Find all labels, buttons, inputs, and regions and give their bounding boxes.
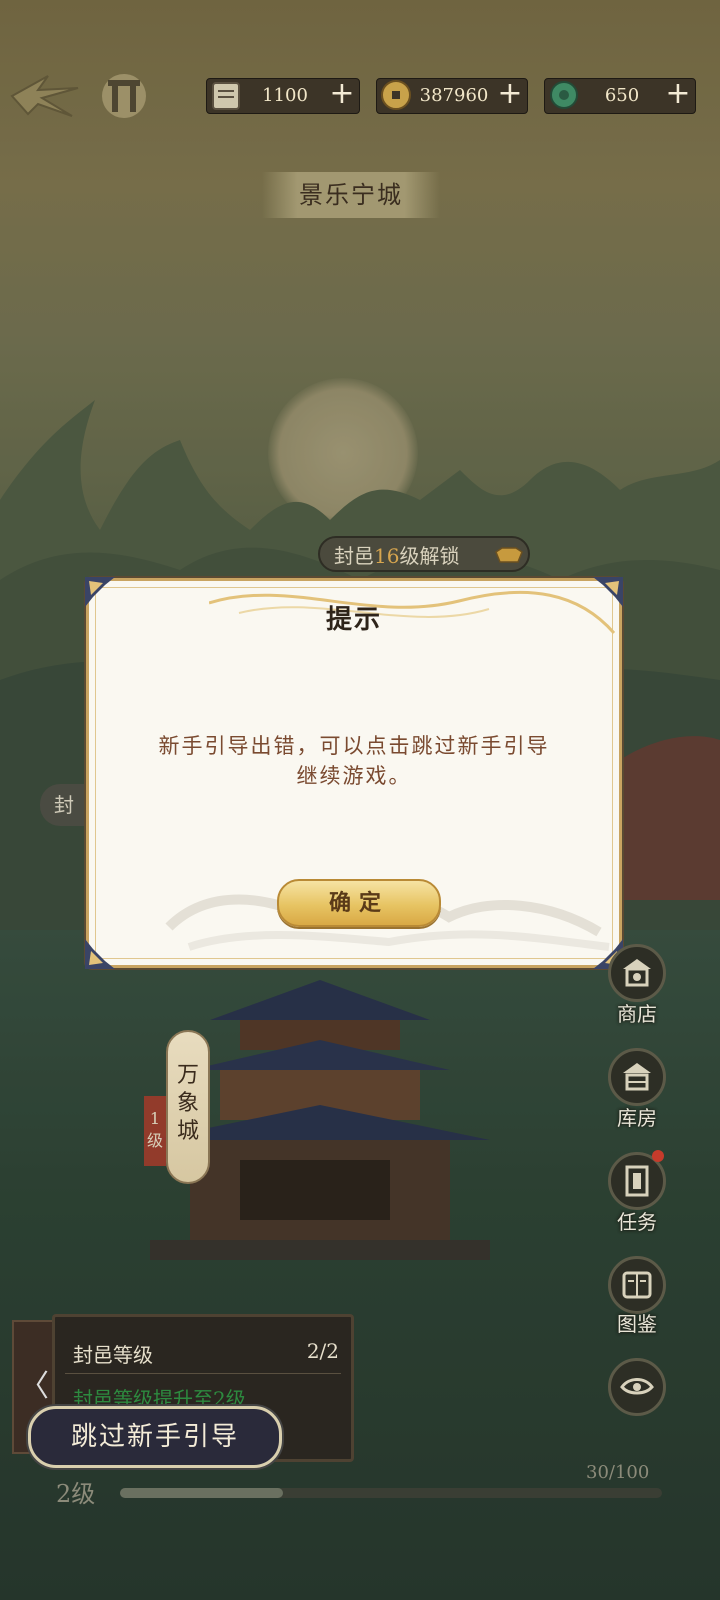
city-title: 景乐宁城 <box>262 172 440 218</box>
panel-divider <box>65 1373 341 1374</box>
task-count: 2/2 <box>306 1339 339 1363</box>
experience-fill <box>120 1488 283 1498</box>
dialog-message-line2: 继续游戏。 <box>296 764 412 788</box>
corner-ornament-icon <box>85 939 115 969</box>
resource-jade: 650 + <box>544 78 696 114</box>
task-notification-dot <box>652 1150 664 1162</box>
task-title: 封邑等级 <box>73 1343 153 1367</box>
unlock-level: 16 <box>374 544 400 568</box>
coin-icon <box>381 80 411 110</box>
skip-tutorial-button[interactable]: 跳过新手引导 <box>28 1406 282 1468</box>
shop-label[interactable]: 商店 <box>606 998 668 1027</box>
scroll-icon <box>212 82 240 110</box>
resource-coin: 387960 + <box>376 78 528 114</box>
warehouse-label[interactable]: 库房 <box>606 1102 668 1131</box>
city-level-tag: 1级 <box>144 1096 166 1166</box>
task-icon <box>625 1165 649 1197</box>
jade-count: 650 <box>604 85 640 106</box>
jade-icon <box>550 81 578 109</box>
experience-bar <box>120 1488 662 1498</box>
view-toggle-button[interactable] <box>608 1358 666 1416</box>
side-district-tag[interactable]: 封 <box>40 784 88 826</box>
experience-text: 30/100 <box>586 1462 650 1483</box>
unlock-suffix: 级解锁 <box>399 544 460 568</box>
hint-dialog: 提示 新手引导出错，可以点击跳过新手引导 继续游戏。 确定 <box>85 577 623 969</box>
resource-scroll: 1100 + <box>206 78 360 114</box>
gate-icon[interactable] <box>100 72 148 120</box>
unlock-hint: 封邑16级解锁 <box>318 536 530 572</box>
scroll-count: 1100 <box>262 85 308 106</box>
atlas-icon <box>622 1271 652 1299</box>
atlas-label[interactable]: 图鉴 <box>606 1308 668 1337</box>
task-label[interactable]: 任务 <box>606 1206 668 1235</box>
shop-icon <box>623 959 651 987</box>
warehouse-icon <box>623 1063 651 1091</box>
confirm-button[interactable]: 确定 <box>277 879 441 927</box>
eye-icon <box>620 1378 654 1395</box>
coin-count: 387960 <box>419 85 489 106</box>
city-name-banner[interactable]: 万象城 <box>166 1030 210 1184</box>
back-arrow-icon[interactable] <box>8 70 80 122</box>
gold-ingot-icon <box>495 547 523 563</box>
dialog-message-line1: 新手引导出错，可以点击跳过新手引导 <box>158 734 550 758</box>
shop-button[interactable] <box>608 944 666 1002</box>
add-coin-button[interactable]: + <box>495 79 525 110</box>
atlas-button[interactable] <box>608 1256 666 1314</box>
add-scroll-button[interactable]: + <box>327 79 357 110</box>
dialog-title: 提示 <box>325 605 382 635</box>
add-jade-button[interactable]: + <box>663 79 693 110</box>
unlock-prefix: 封邑 <box>334 544 374 568</box>
warehouse-button[interactable] <box>608 1048 666 1106</box>
dialog-message: 新手引导出错，可以点击跳过新手引导 继续游戏。 <box>119 731 589 791</box>
fief-level-label: 2级 <box>56 1480 96 1508</box>
